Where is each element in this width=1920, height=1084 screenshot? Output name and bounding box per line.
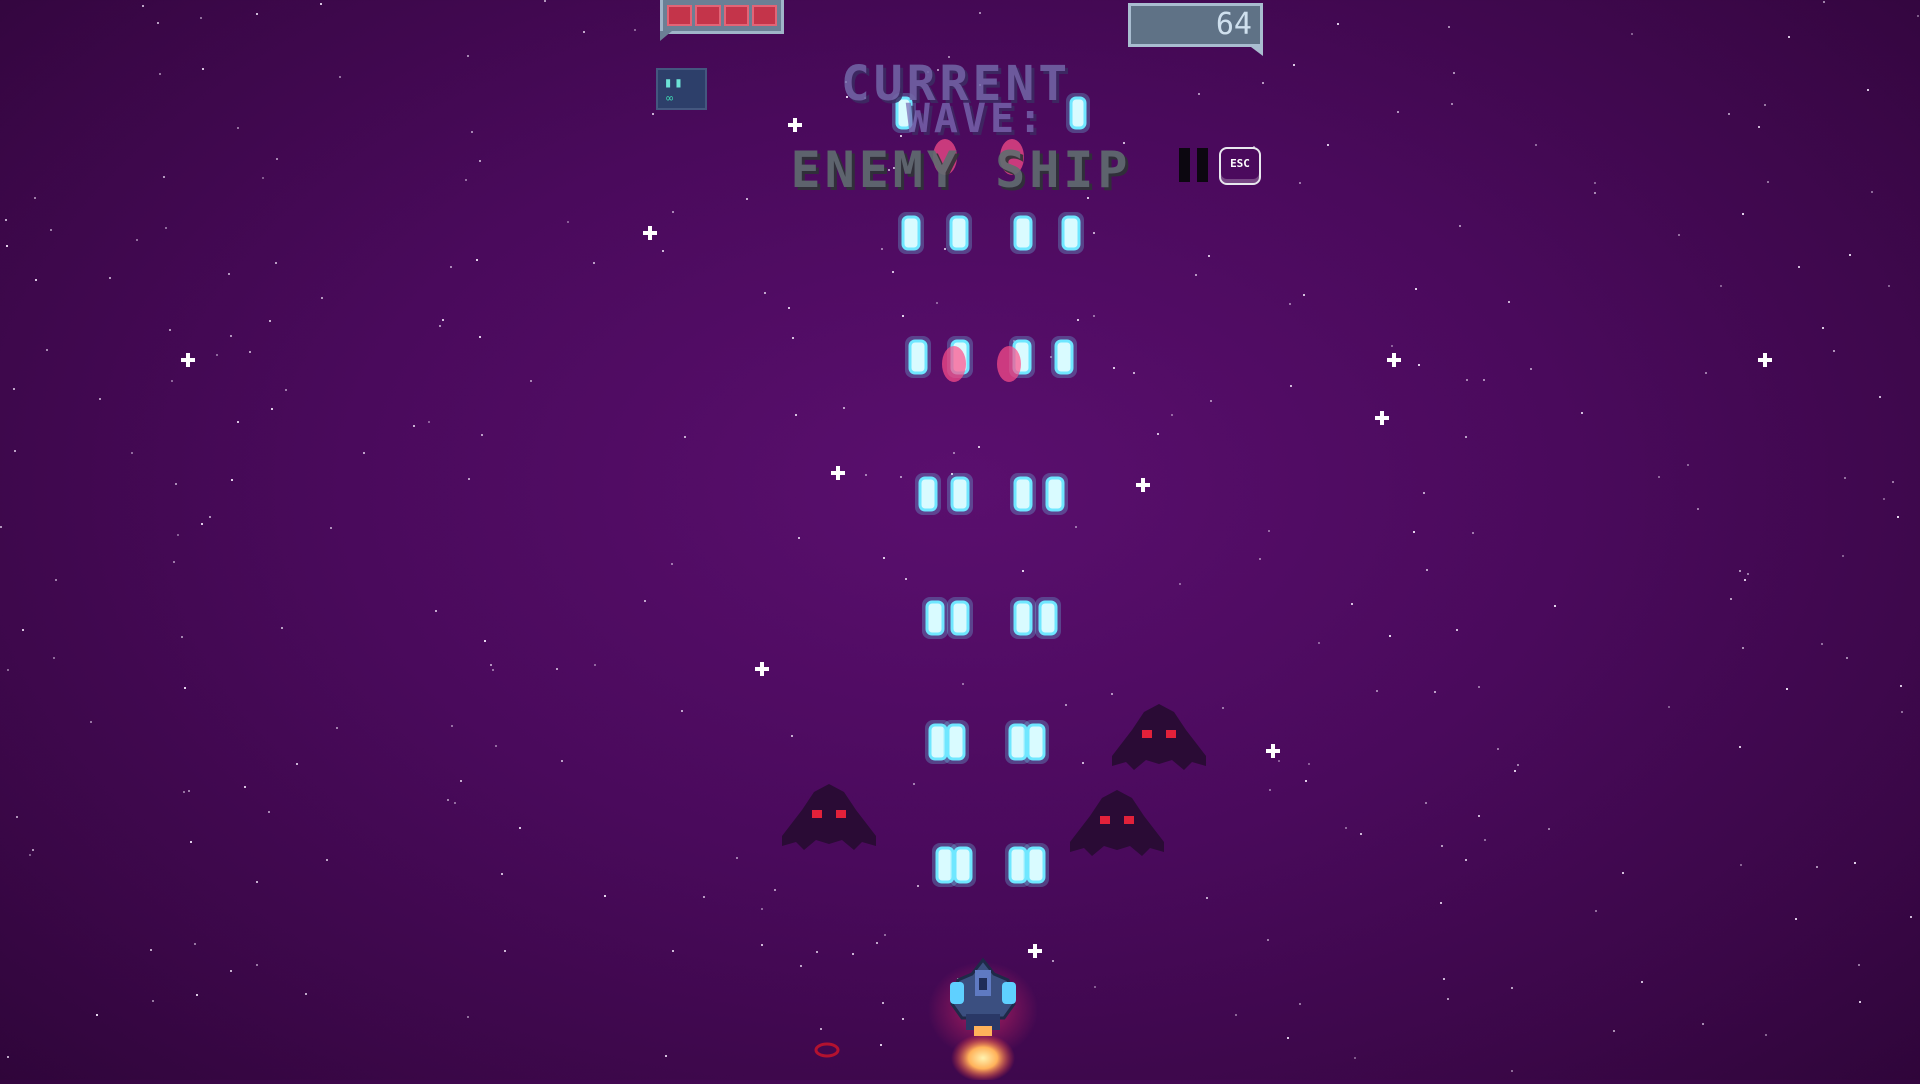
enemy-ship-left <box>782 784 876 850</box>
enemy-ship-sprite <box>1112 704 1206 770</box>
health-cell <box>751 5 777 26</box>
player-ship <box>928 952 1038 1082</box>
score-panel: 64 <box>1128 3 1263 47</box>
pause-bar <box>1179 148 1190 182</box>
esc-key-button[interactable]: ESC <box>1219 147 1261 185</box>
enemy-eye <box>836 810 846 818</box>
enemy-eye <box>1166 730 1176 738</box>
red-shield-pickup <box>812 1038 842 1062</box>
health-cell <box>667 5 693 26</box>
weapon-indicator: ▮▮ ∞ <box>656 68 707 110</box>
score-value: 64 <box>1215 7 1252 42</box>
wave-title-line3: Enemy Ship <box>790 141 1132 199</box>
enemy-eye <box>1124 816 1134 824</box>
enemy-ship-sprite <box>782 784 876 850</box>
enemy-eye <box>1100 816 1110 824</box>
enemy-eye <box>1142 730 1152 738</box>
health-cell <box>695 5 721 26</box>
twin-blaster-icon: ▮▮ <box>664 75 685 91</box>
enemy-eye <box>812 810 822 818</box>
ring-icon <box>814 1042 840 1058</box>
ammo-infinite: ∞ <box>666 91 674 105</box>
pause-icon[interactable] <box>1179 148 1211 182</box>
wave-title-line2: Wave: <box>905 96 1047 142</box>
health-bar <box>660 0 784 34</box>
enemy-ship-sprite <box>1070 790 1164 856</box>
enemy-ship-right <box>1112 704 1206 770</box>
player-ship-sprite <box>928 957 1038 1082</box>
pause-bar <box>1197 148 1208 182</box>
health-cell <box>723 5 749 26</box>
enemy-ship-center <box>1070 790 1164 856</box>
